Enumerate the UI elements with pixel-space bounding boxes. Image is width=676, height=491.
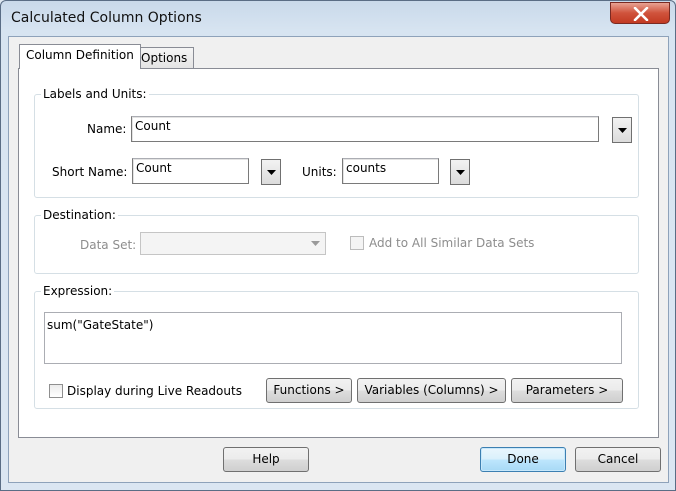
name-label: Name:	[87, 122, 127, 136]
units-label: Units:	[302, 165, 337, 179]
expression-legend: Expression:	[41, 284, 115, 298]
functions-button[interactable]: Functions >	[266, 378, 352, 403]
display-live-readouts-label: Display during Live Readouts	[67, 384, 242, 398]
title-bar[interactable]: Calculated Column Options	[1, 1, 675, 37]
name-dropdown-button[interactable]	[612, 117, 632, 143]
tab-options[interactable]: Options	[134, 47, 195, 69]
add-to-all-label: Add to All Similar Data Sets	[369, 236, 535, 250]
data-set-select[interactable]	[140, 232, 326, 255]
name-input[interactable]: Count	[131, 116, 599, 142]
parameters-button[interactable]: Parameters >	[511, 378, 623, 403]
short-name-label: Short Name:	[52, 165, 128, 179]
short-name-input[interactable]: Count	[132, 158, 249, 184]
units-dropdown-button[interactable]	[450, 159, 470, 185]
add-to-all-checkbox[interactable]	[350, 236, 364, 250]
close-button[interactable]	[610, 2, 670, 24]
close-icon	[633, 7, 649, 21]
column-definition-panel: Labels and Units: Name: Count Short Name…	[18, 68, 659, 438]
short-name-dropdown-button[interactable]	[261, 159, 281, 185]
data-set-label: Data Set:	[80, 238, 137, 252]
chevron-down-icon	[618, 128, 627, 133]
chevron-down-icon	[311, 241, 320, 246]
destination-group: Destination: Data Set: Add to All Simila…	[34, 208, 639, 274]
tab-column-definition[interactable]: Column Definition	[19, 44, 141, 69]
done-button[interactable]: Done	[480, 447, 566, 472]
units-input[interactable]: counts	[342, 158, 439, 184]
cancel-button[interactable]: Cancel	[575, 447, 661, 472]
window-title: Calculated Column Options	[11, 10, 202, 26]
expression-textarea[interactable]: sum("GateState")	[44, 312, 622, 364]
variables-columns-button[interactable]: Variables (Columns) >	[357, 378, 506, 403]
help-button[interactable]: Help	[223, 447, 309, 472]
labels-and-units-group: Labels and Units: Name: Count Short Name…	[34, 87, 639, 198]
expression-group: Expression: sum("GateState") Display dur…	[34, 284, 639, 409]
display-live-readouts-checkbox[interactable]	[49, 384, 63, 398]
destination-legend: Destination:	[41, 208, 118, 222]
calculated-column-options-dialog: Calculated Column Options Column Definit…	[0, 0, 676, 491]
dialog-body: Column Definition Options Labels and Uni…	[8, 36, 669, 483]
chevron-down-icon	[267, 170, 276, 175]
chevron-down-icon	[456, 170, 465, 175]
labels-and-units-legend: Labels and Units:	[41, 87, 149, 101]
